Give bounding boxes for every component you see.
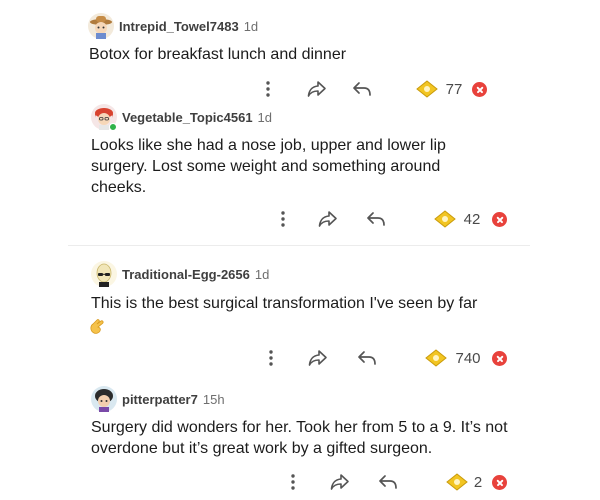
comment-actions: 77: [0, 77, 600, 101]
award-button[interactable]: [445, 470, 469, 494]
golden-award-icon: [425, 349, 447, 367]
reply-arrow-icon: [353, 82, 371, 96]
golden-award-icon: [446, 473, 468, 491]
reply-button[interactable]: [365, 207, 387, 231]
user-avatar[interactable]: [91, 386, 117, 412]
username[interactable]: pitterpatter7: [122, 392, 198, 407]
share-arrow-icon: [308, 350, 327, 366]
cowboy-avatar-icon: [88, 13, 114, 39]
share-arrow-icon: [307, 81, 326, 97]
comment-text: Looks like she had a nose job, upper and…: [91, 137, 446, 196]
reply-button[interactable]: [351, 77, 373, 101]
online-status-dot: [109, 123, 117, 131]
golden-award-icon: [434, 210, 456, 228]
comment-age: 1d: [257, 109, 273, 125]
more-options-button[interactable]: [264, 346, 278, 370]
reply-arrow-icon: [367, 212, 385, 226]
comment-age: 1d: [243, 18, 259, 34]
comment-actions: 2: [0, 470, 600, 494]
comment-meta: Intrepid_Towel7483 1d: [88, 13, 258, 39]
reply-arrow-icon: [379, 475, 397, 489]
close-icon[interactable]: [492, 351, 507, 366]
comment-meta: pitterpatter7 15h: [91, 386, 225, 412]
vertical-dots-icon: [291, 474, 295, 490]
more-options-button[interactable]: [261, 77, 275, 101]
more-options-button[interactable]: [276, 207, 290, 231]
vote-count: 2: [473, 473, 483, 491]
comment-text: This is the best surgical transformation…: [91, 295, 478, 312]
username[interactable]: Vegetable_Topic4561: [122, 110, 253, 125]
close-icon[interactable]: [492, 212, 507, 227]
reply-arrow-icon: [358, 351, 376, 365]
comment-actions: 740: [0, 346, 600, 370]
vote-count: 42: [463, 210, 481, 228]
dark-hair-avatar-icon: [91, 386, 117, 412]
vertical-dots-icon: [269, 350, 273, 366]
user-avatar[interactable]: [91, 261, 117, 287]
reply-button[interactable]: [377, 470, 399, 494]
user-avatar[interactable]: [88, 13, 114, 39]
award-button[interactable]: [424, 346, 448, 370]
share-button[interactable]: [316, 207, 340, 231]
username[interactable]: Traditional-Egg-2656: [122, 267, 250, 282]
comment-actions: 42: [0, 207, 600, 231]
comment-age: 1d: [254, 266, 270, 282]
vertical-dots-icon: [266, 81, 270, 97]
username[interactable]: Intrepid_Towel7483: [119, 19, 239, 34]
award-button[interactable]: [415, 77, 439, 101]
share-arrow-icon: [330, 474, 349, 490]
share-button[interactable]: [328, 470, 352, 494]
golden-award-icon: [416, 80, 438, 98]
egg-head-avatar-icon: [91, 261, 117, 287]
vertical-dots-icon: [281, 211, 285, 227]
vote-count: 77: [445, 80, 463, 98]
close-icon[interactable]: [472, 82, 487, 97]
pinching-hand-emoji: [88, 316, 108, 341]
close-icon[interactable]: [492, 475, 507, 490]
comment-age: 15h: [202, 391, 225, 407]
share-arrow-icon: [318, 211, 337, 227]
vote-count: 740: [455, 349, 481, 367]
thread-divider: [68, 245, 530, 246]
comment-meta: Traditional-Egg-2656 1d: [91, 261, 269, 287]
user-avatar[interactable]: [91, 104, 117, 131]
reply-button[interactable]: [356, 346, 378, 370]
award-button[interactable]: [433, 207, 457, 231]
comment-text: Surgery did wonders for her. Took her fr…: [91, 419, 508, 457]
share-button[interactable]: [306, 346, 330, 370]
share-button[interactable]: [305, 77, 329, 101]
comment-text: Botox for breakfast lunch and dinner: [89, 46, 347, 63]
comment-meta: Vegetable_Topic4561 1d: [91, 104, 273, 131]
more-options-button[interactable]: [286, 470, 300, 494]
